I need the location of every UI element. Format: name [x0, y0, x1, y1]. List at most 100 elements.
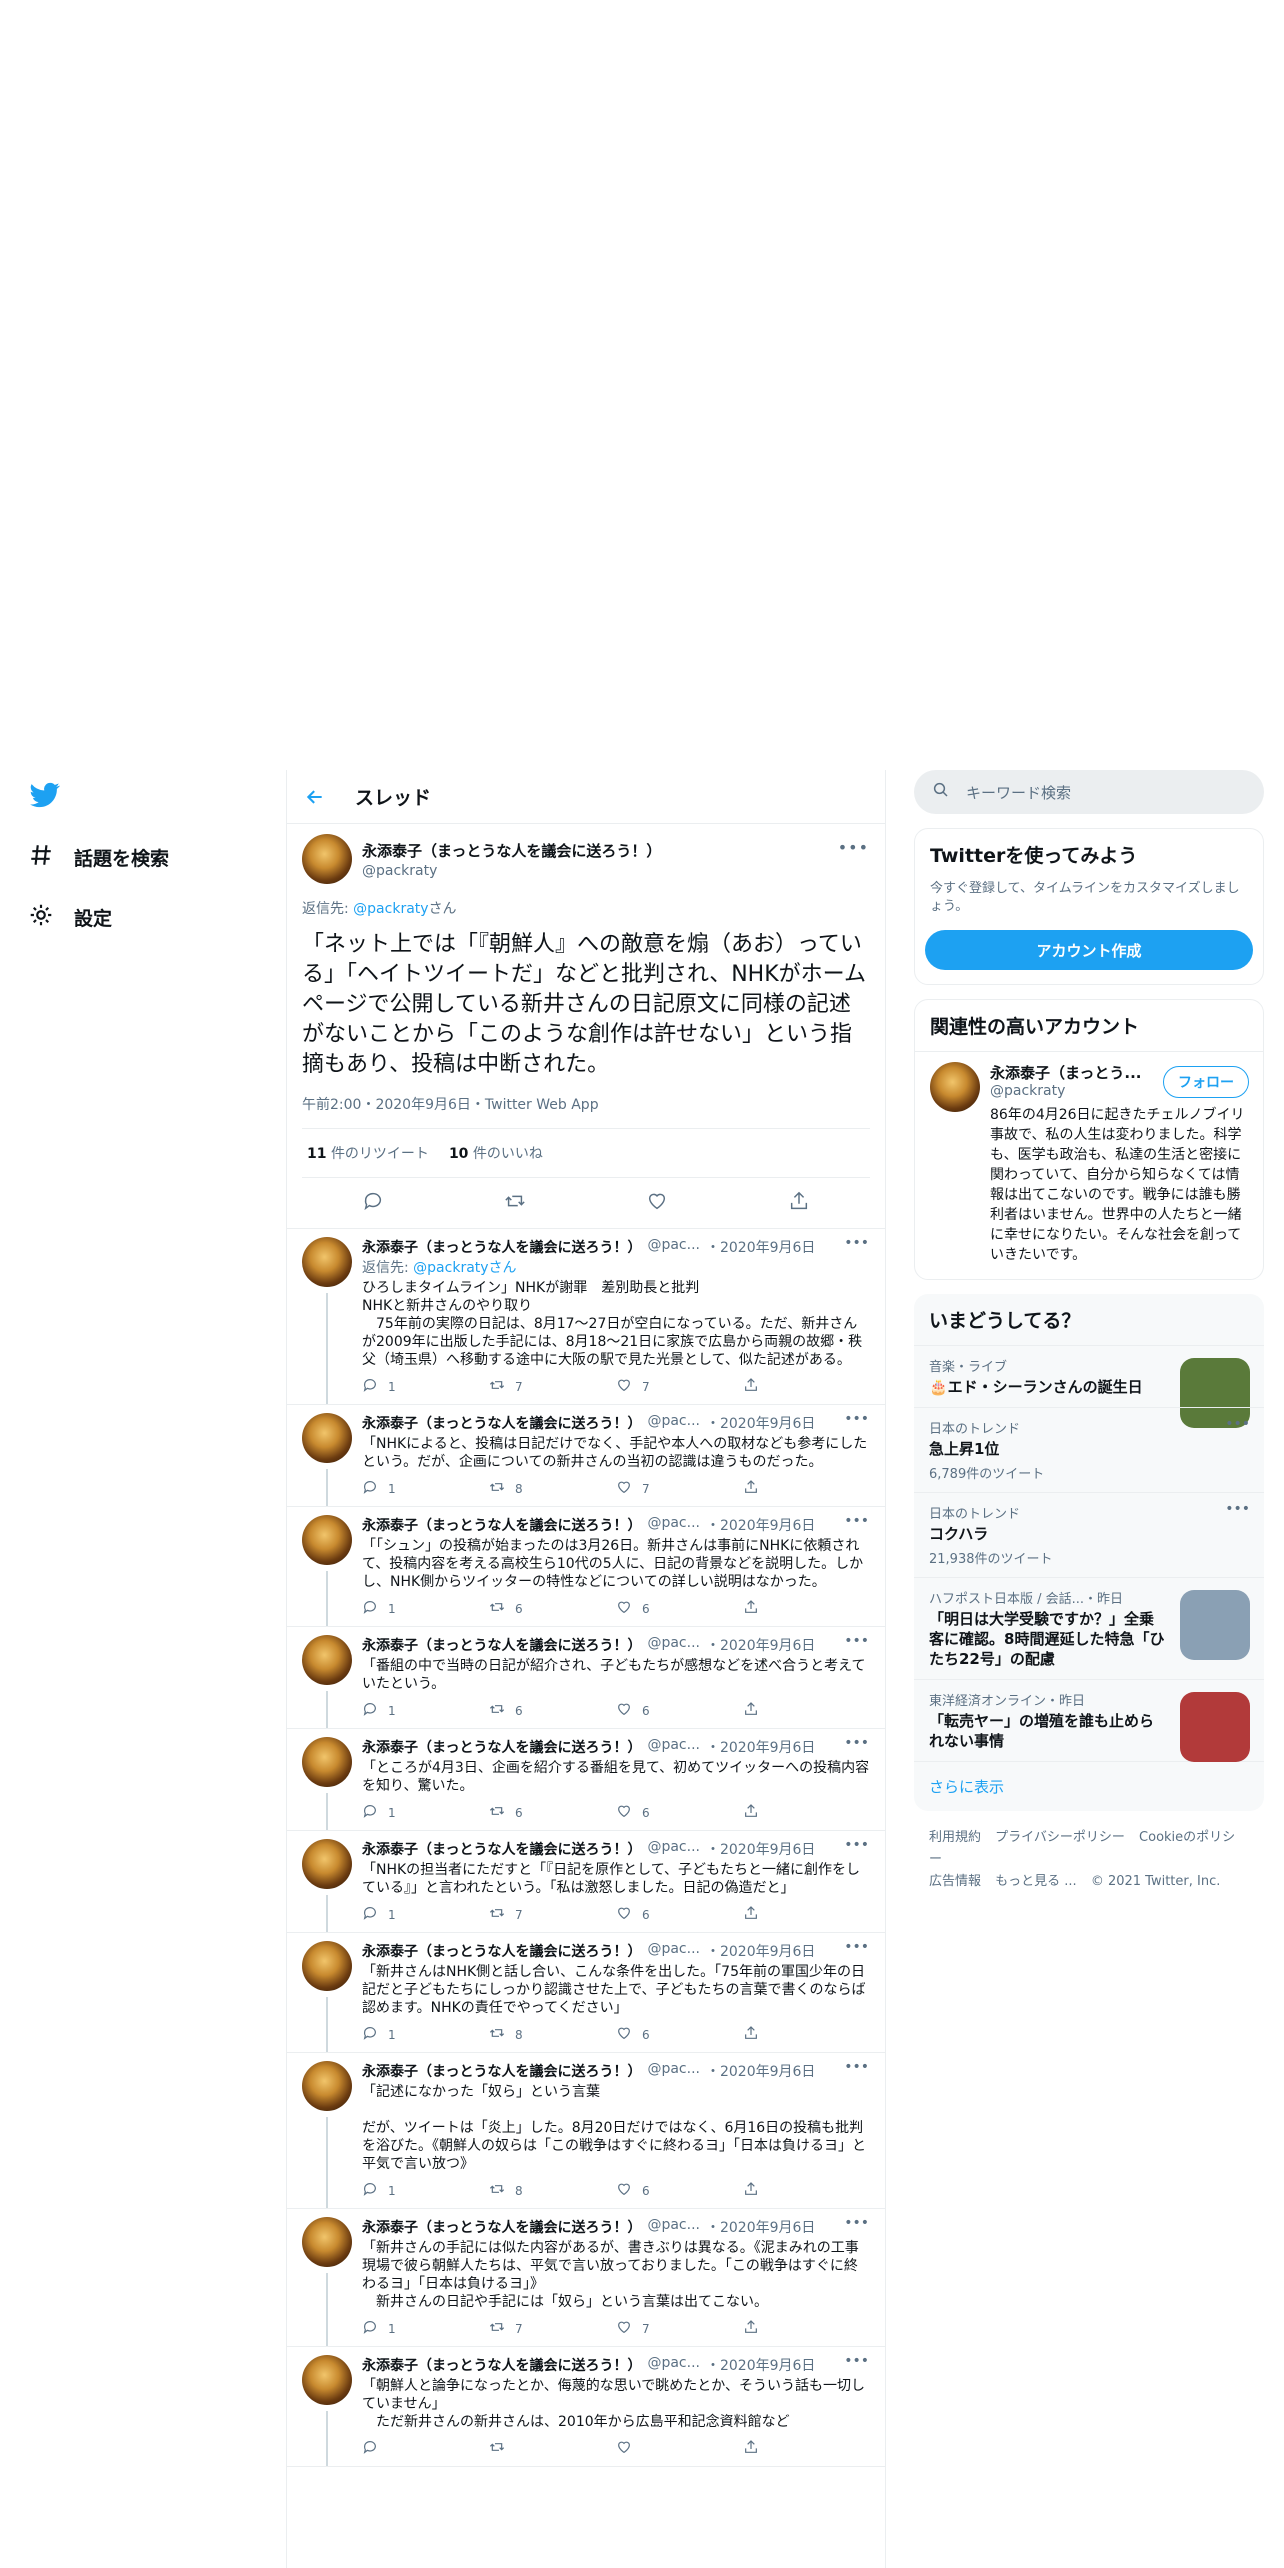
- reply-handle-link[interactable]: @packraty: [353, 901, 428, 917]
- tweet-date[interactable]: ・2020年9月6日: [706, 1839, 815, 1859]
- tweet-date[interactable]: ・2020年9月6日: [706, 1237, 815, 1257]
- author-handle[interactable]: @pac...: [647, 1839, 700, 1859]
- show-more-link[interactable]: さらに表示: [914, 1761, 1264, 1811]
- reply-icon[interactable]: [362, 1190, 384, 1216]
- more-options-icon[interactable]: •••: [844, 1939, 869, 1955]
- like-icon[interactable]: [646, 1190, 668, 1216]
- like-button[interactable]: 6: [616, 1701, 743, 1720]
- back-arrow-icon[interactable]: [305, 787, 325, 807]
- reply-tweet[interactable]: 永添泰子（まっとうな人を議会に送ろう！） @pac... ・2020年9月6日 返信先…: [287, 1229, 885, 1405]
- reply-button[interactable]: 1: [362, 1803, 489, 1822]
- reply-button[interactable]: 1: [362, 2025, 489, 2044]
- more-options-icon[interactable]: •••: [844, 2353, 869, 2369]
- more-options-icon[interactable]: •••: [844, 2215, 869, 2231]
- reply-tweet[interactable]: 永添泰子（まっとうな人を議会に送ろう！） @pac... ・2020年9月6日 「NH…: [287, 1405, 885, 1507]
- reply-tweet[interactable]: 永添泰子（まっとうな人を議会に送ろう！） @pac... ・2020年9月6日 「新井…: [287, 1933, 885, 2053]
- like-button[interactable]: 6: [616, 1599, 743, 1618]
- author-name[interactable]: 永添泰子（まっとうな人を議会に送ろう！）: [362, 1839, 641, 1859]
- retweet-stat[interactable]: 11 件のリツイート: [307, 1143, 429, 1163]
- author-handle[interactable]: @pac...: [647, 1413, 700, 1433]
- like-button[interactable]: 7: [616, 1479, 743, 1498]
- retweet-button[interactable]: 7: [489, 1377, 616, 1396]
- retweet-button[interactable]: 6: [489, 1701, 616, 1720]
- more-options-icon[interactable]: •••: [844, 1633, 869, 1649]
- retweet-button[interactable]: 6: [489, 1803, 616, 1822]
- author-handle[interactable]: @pac...: [647, 1635, 700, 1655]
- reply-tweet[interactable]: 永添泰子（まっとうな人を議会に送ろう！） @pac... ・2020年9月6日 「とこ…: [287, 1729, 885, 1831]
- avatar[interactable]: [302, 834, 352, 884]
- author-name[interactable]: 永添泰子（まっとうな人を議会に送ろう！）: [362, 1941, 641, 1961]
- share-button[interactable]: [743, 1479, 870, 1498]
- author-name[interactable]: 永添泰子（まっとうな人を議会に送ろう！）: [362, 1413, 641, 1433]
- reply-button[interactable]: 1: [362, 1599, 489, 1618]
- more-options-icon[interactable]: •••: [1225, 1416, 1250, 1432]
- author-handle[interactable]: @pac...: [647, 2061, 700, 2081]
- reply-button[interactable]: 1: [362, 2181, 489, 2200]
- avatar[interactable]: [302, 1941, 352, 1991]
- share-button[interactable]: [743, 1599, 870, 1618]
- reply-handle-link[interactable]: @packratyさん: [413, 1260, 516, 1276]
- more-options-icon[interactable]: •••: [844, 2059, 869, 2075]
- author-handle[interactable]: @pac...: [647, 2217, 700, 2237]
- search-input[interactable]: キーワード検索: [914, 770, 1264, 814]
- avatar[interactable]: [302, 2355, 352, 2405]
- tweet-date[interactable]: ・2020年9月6日: [706, 1515, 815, 1535]
- reply-tweet[interactable]: 永添泰子（まっとうな人を議会に送ろう！） @pac... ・2020年9月6日 「新井…: [287, 2209, 885, 2347]
- more-options-icon[interactable]: •••: [838, 838, 869, 857]
- retweet-button[interactable]: 8: [489, 2025, 616, 2044]
- author-name[interactable]: 永添泰子（まっとうな人を議会に送ろう！）: [362, 2061, 641, 2081]
- reply-tweet[interactable]: 永添泰子（まっとうな人を議会に送ろう！） @pac... ・2020年9月6日 「記述…: [287, 2053, 885, 2209]
- author-handle[interactable]: @pac...: [647, 1941, 700, 1961]
- reply-tweet[interactable]: 永添泰子（まっとうな人を議会に送ろう！） @pac... ・2020年9月6日 「NH…: [287, 1831, 885, 1933]
- author-handle[interactable]: @pac...: [647, 1237, 700, 1257]
- author-name[interactable]: 永添泰子（まっとうな人を議会に送ろう！）: [362, 1515, 641, 1535]
- retweet-button[interactable]: 6: [489, 1599, 616, 1618]
- tweet-date[interactable]: ・2020年9月6日: [706, 1635, 815, 1655]
- trend-item[interactable]: 東洋経済オンライン・昨日 「転売ヤー」の増殖を誰も止められない事情: [914, 1679, 1264, 1762]
- like-button[interactable]: 6: [616, 1803, 743, 1822]
- author-handle[interactable]: @pac...: [647, 1515, 700, 1535]
- retweet-button[interactable]: 7: [489, 1905, 616, 1924]
- retweet-button[interactable]: 8: [489, 2181, 616, 2200]
- retweet-icon[interactable]: [504, 1190, 526, 1216]
- tweet-date[interactable]: ・2020年9月6日: [706, 1413, 815, 1433]
- author-handle[interactable]: @pac...: [647, 2355, 700, 2375]
- reply-tweet[interactable]: 永添泰子（まっとうな人を議会に送ろう！） @pac... ・2020年9月6日 「番組…: [287, 1627, 885, 1729]
- author-name[interactable]: 永添泰子（まっとうな人を議会に送ろう！）: [362, 1237, 641, 1257]
- nav-explore[interactable]: 話題を検索: [28, 842, 169, 873]
- share-icon[interactable]: [788, 1190, 810, 1216]
- retweet-button[interactable]: [489, 2439, 616, 2458]
- more-options-icon[interactable]: •••: [844, 1513, 869, 1529]
- reply-button[interactable]: 1: [362, 1479, 489, 1498]
- more-options-icon[interactable]: •••: [844, 1235, 869, 1251]
- reply-button[interactable]: [362, 2439, 489, 2458]
- avatar[interactable]: [302, 1737, 352, 1787]
- like-button[interactable]: 7: [616, 1377, 743, 1396]
- trend-item[interactable]: ハフポスト日本版 / 会話...・昨日 「明日は大学受験ですか？」全乗客に確認。8…: [914, 1577, 1264, 1679]
- avatar[interactable]: [302, 1413, 352, 1463]
- author-handle[interactable]: @packraty: [362, 863, 661, 879]
- retweet-button[interactable]: 8: [489, 1479, 616, 1498]
- like-button[interactable]: 6: [616, 2025, 743, 2044]
- like-button[interactable]: 7: [616, 2319, 743, 2338]
- more-options-icon[interactable]: •••: [844, 1735, 869, 1751]
- nav-settings[interactable]: 設定: [28, 902, 112, 933]
- avatar[interactable]: [302, 2061, 352, 2111]
- avatar[interactable]: [302, 1237, 352, 1287]
- author-name[interactable]: 永添泰子（まっとうな人を議会に送ろう！）: [362, 1737, 641, 1757]
- reply-tweet[interactable]: 永添泰子（まっとうな人を議会に送ろう！） @pac... ・2020年9月6日 「朝鮮…: [287, 2347, 885, 2467]
- tweet-date[interactable]: ・2020年9月6日: [706, 2061, 815, 2081]
- footer-link[interactable]: もっと見る ...: [995, 1874, 1077, 1889]
- avatar[interactable]: [930, 1062, 980, 1112]
- share-button[interactable]: [743, 1803, 870, 1822]
- avatar[interactable]: [302, 1515, 352, 1565]
- more-options-icon[interactable]: •••: [844, 1411, 869, 1427]
- avatar[interactable]: [302, 1635, 352, 1685]
- author-name[interactable]: 永添泰子（まっとうな人を議会に送ろう！）: [362, 2217, 641, 2237]
- author-name[interactable]: 永添泰子（まっとうな人を議会に送ろう！）: [362, 840, 661, 861]
- share-button[interactable]: [743, 2181, 870, 2200]
- share-button[interactable]: [743, 2319, 870, 2338]
- like-button[interactable]: [616, 2439, 743, 2458]
- trend-item[interactable]: 日本のトレンド コクハラ 21,938件のツイート •••: [914, 1492, 1264, 1577]
- avatar[interactable]: [302, 2217, 352, 2267]
